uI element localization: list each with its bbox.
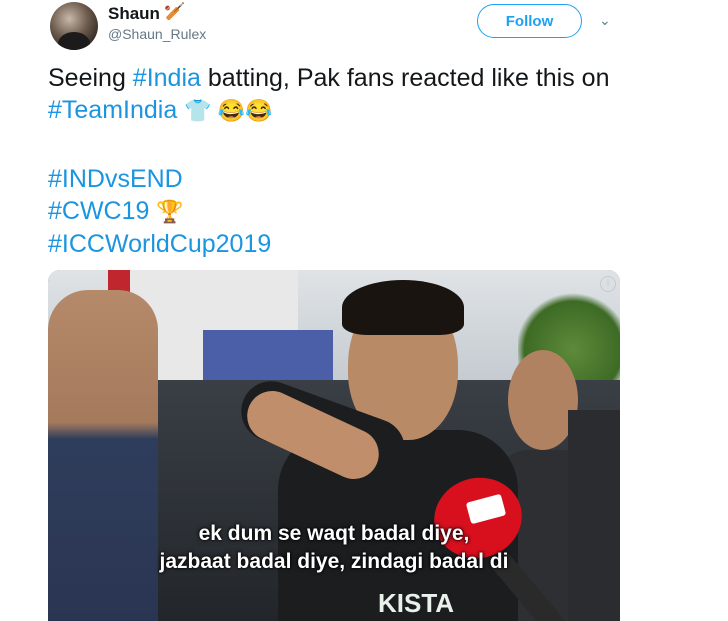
tweet-text-part1: Seeing [48,64,133,92]
info-icon[interactable]: i [600,276,616,292]
hashtag-cwc19[interactable]: #CWC19 [48,197,149,225]
author-handle[interactable]: @Shaun_Rulex [108,26,206,42]
hashtag-india[interactable]: #India [133,64,201,92]
author-name[interactable]: Shaun [108,4,160,24]
follow-button[interactable]: Follow [477,4,582,38]
subtitle-line-2: jazbaat badal diye, zindagi badal di [159,550,509,573]
emoji-group: 👕 😂😂 [184,98,273,123]
hashtag-list: #INDvsEND #CWC19 🏆 #ICCWorldCup2019 [48,163,271,260]
person-far-right [568,410,620,621]
hashtag-iccworldcup2019[interactable]: #ICCWorldCup2019 [48,228,271,260]
person-center-hair [342,280,464,335]
avatar[interactable] [50,2,98,50]
tweet-text-part2: batting, Pak fans reacted like this on [200,64,610,92]
tweet-header: Shaun 🏏 @Shaun_Rulex Follow ⌄ [0,0,728,60]
hashtag-teamindia[interactable]: #TeamIndia [48,96,177,124]
tweet-text: Seeing #India batting, Pak fans reacted … [48,62,688,127]
hashtag-indvsend[interactable]: #INDvsEND [48,163,271,195]
subtitle-line-1: ek dum se waqt badal diye, [198,522,470,545]
media-image[interactable]: KISTA ek dum se waqt badal diye, jazbaat… [48,270,620,621]
cricket-bat-icon: 🏏 [164,2,186,21]
chevron-down-icon[interactable]: ⌄ [599,12,611,29]
video-subtitle: ek dum se waqt badal diye, jazbaat badal… [48,520,620,576]
shirt-text: KISTA [378,588,455,618]
trophy-icon: 🏆 [156,199,184,224]
hashtag-cwc19-row: #CWC19 🏆 [48,195,271,228]
